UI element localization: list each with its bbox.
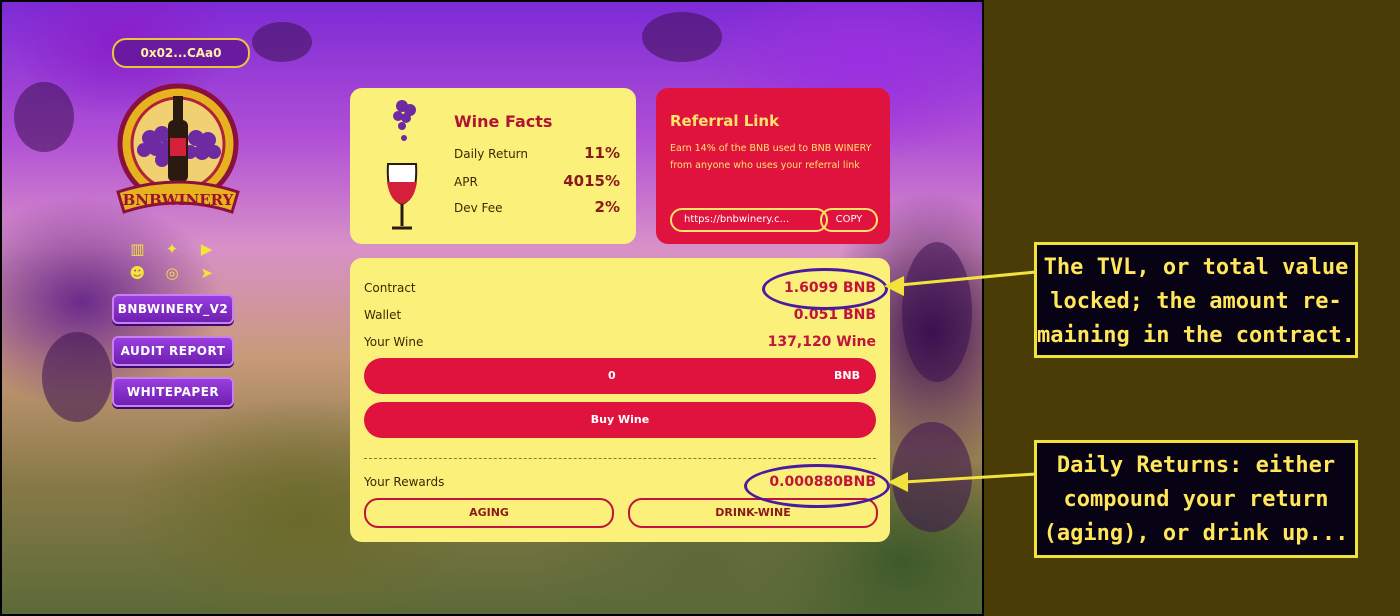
daily-returns-annotation: Daily Returns: either compound your retu…: [1034, 440, 1358, 558]
tvl-annotation-line: maining in the contract.: [1037, 323, 1355, 348]
tvl-annotation: The TVL, or total value locked; the amou…: [1034, 242, 1358, 358]
daily-annotation-line: (aging), or drink up...: [1043, 521, 1349, 546]
daily-annotation-line: Daily Returns: either: [1056, 453, 1336, 478]
tvl-annotation-line: The TVL, or total value: [1043, 255, 1349, 280]
daily-annotation-line: compound your return: [1063, 487, 1329, 512]
tvl-annotation-line: locked; the amount re-: [1050, 289, 1342, 314]
